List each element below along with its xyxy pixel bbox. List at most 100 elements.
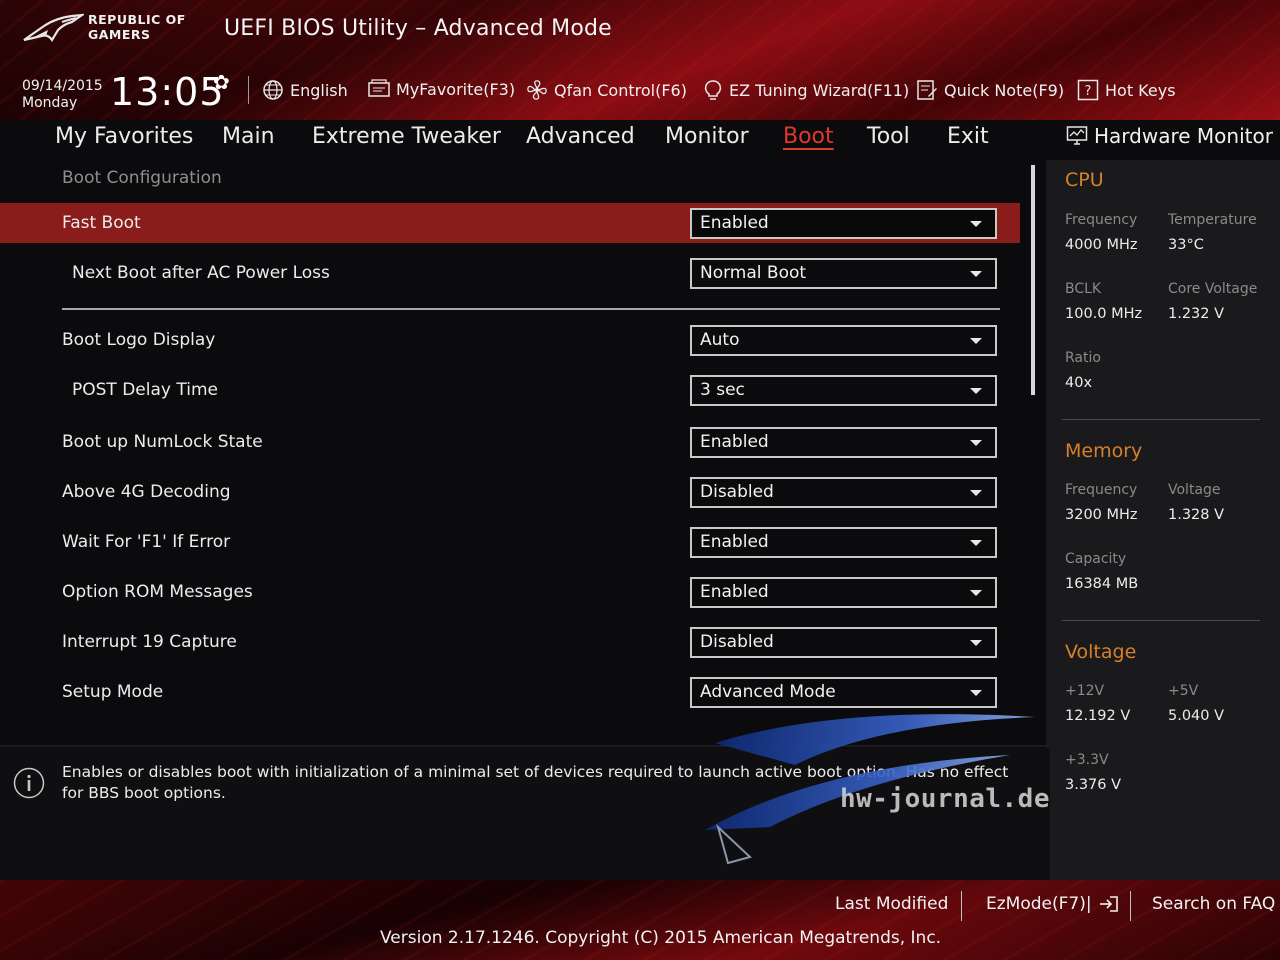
v33-label: +3.3V — [1065, 752, 1109, 768]
globe-icon — [263, 80, 283, 100]
clock-settings-gear-icon[interactable]: ✿ — [213, 70, 230, 94]
wait-f1-error-dropdown[interactable]: Enabled — [690, 527, 997, 558]
setting-row-interrupt-19-capture[interactable]: Interrupt 19 Capture Disabled — [0, 622, 1020, 662]
brand-logo-text: REPUBLIC OF GAMERS — [88, 12, 208, 42]
v5-value: 5.040 V — [1168, 708, 1225, 724]
tab-main[interactable]: Main — [222, 124, 275, 149]
logo-line-2: GAMERS — [88, 27, 151, 42]
quick-note-button[interactable]: Quick Note(F9) — [916, 79, 1064, 101]
tab-extreme-tweaker[interactable]: Extreme Tweaker — [312, 124, 501, 149]
tab-boot[interactable]: Boot — [783, 124, 834, 149]
setting-row-wait-f1-error[interactable]: Wait For 'F1' If Error Enabled — [0, 522, 1020, 562]
ez-tuning-wizard-button[interactable]: EZ Tuning Wizard(F11) — [703, 79, 909, 101]
setting-row-boot-logo-display[interactable]: Boot Logo Display Auto — [0, 320, 1020, 360]
hot-keys-label: Hot Keys — [1105, 80, 1176, 100]
toolbar-divider — [248, 76, 249, 104]
voltage-heading: Voltage — [1065, 641, 1137, 663]
dropdown-value: Enabled — [700, 532, 769, 552]
v12-label: +12V — [1065, 683, 1105, 699]
capacity-label: Capacity — [1065, 551, 1127, 567]
numlock-state-dropdown[interactable]: Enabled — [690, 427, 997, 458]
info-icon — [13, 767, 45, 799]
hardware-monitor-label: Hardware Monitor — [1094, 124, 1273, 148]
footer-banner — [0, 880, 1280, 960]
myfavorite-button[interactable]: MyFavorite(F3) — [368, 79, 515, 99]
setup-mode-dropdown[interactable]: Advanced Mode — [690, 677, 997, 708]
language-label: English — [290, 80, 348, 100]
dropdown-value: Enabled — [700, 582, 769, 602]
help-icon: ? — [1077, 79, 1099, 101]
qfan-control-button[interactable]: Qfan Control(F6) — [526, 79, 687, 101]
memory-voltage-value: 1.328 V — [1168, 507, 1225, 523]
cpu-temperature-label: Temperature — [1168, 212, 1257, 228]
tab-tool[interactable]: Tool — [867, 124, 910, 149]
setting-label: Option ROM Messages — [62, 582, 253, 602]
setting-row-fast-boot[interactable]: Fast Boot Enabled — [0, 203, 1020, 243]
setting-label: Wait For 'F1' If Error — [62, 532, 231, 552]
setting-label: Fast Boot — [62, 213, 141, 233]
setting-label: Boot up NumLock State — [62, 432, 263, 452]
caret-down-icon — [970, 490, 982, 496]
next-boot-ac-loss-dropdown[interactable]: Normal Boot — [690, 258, 997, 289]
dropdown-value: Enabled — [700, 213, 769, 233]
v33-value: 3.376 V — [1065, 777, 1122, 793]
memory-frequency-value: 3200 MHz — [1065, 507, 1138, 523]
ratio-value: 40x — [1065, 375, 1093, 391]
setting-row-option-rom-messages[interactable]: Option ROM Messages Enabled — [0, 572, 1020, 612]
above-4g-decoding-dropdown[interactable]: Disabled — [690, 477, 997, 508]
lightbulb-icon — [704, 80, 722, 100]
setting-row-numlock-state[interactable]: Boot up NumLock State Enabled — [0, 422, 1020, 462]
hw-divider — [1062, 620, 1260, 621]
content-scrollbar[interactable] — [1031, 165, 1035, 395]
core-voltage-value: 1.232 V — [1168, 306, 1225, 322]
tab-monitor[interactable]: Monitor — [665, 124, 749, 149]
fast-boot-dropdown[interactable]: Enabled — [690, 208, 997, 239]
tab-advanced[interactable]: Advanced — [526, 124, 635, 149]
post-delay-time-dropdown[interactable]: 3 sec — [690, 375, 997, 406]
cpu-frequency-value: 4000 MHz — [1065, 237, 1138, 253]
option-rom-messages-dropdown[interactable]: Enabled — [690, 577, 997, 608]
hot-keys-button[interactable]: ? Hot Keys — [1077, 79, 1176, 101]
setting-label: Next Boot after AC Power Loss — [72, 263, 330, 283]
caret-down-icon — [970, 221, 982, 227]
hw-divider — [1062, 419, 1260, 420]
footer-divider — [1130, 891, 1131, 921]
setting-row-next-boot-ac-loss[interactable]: Next Boot after AC Power Loss Normal Boo… — [0, 253, 1020, 293]
language-button[interactable]: English — [262, 79, 348, 101]
day-text: Monday — [22, 95, 78, 111]
dropdown-value: Auto — [700, 330, 740, 350]
dropdown-value: Normal Boot — [700, 263, 807, 283]
qfan-control-label: Qfan Control(F6) — [554, 80, 687, 100]
note-icon — [917, 80, 937, 100]
caret-down-icon — [970, 271, 982, 277]
quick-note-label: Quick Note(F9) — [944, 80, 1065, 100]
caret-down-icon — [970, 540, 982, 546]
cpu-temperature-value: 33°C — [1168, 237, 1204, 253]
tab-my-favorites[interactable]: My Favorites — [55, 124, 193, 149]
watermark-text: hw-journal.de — [840, 784, 1050, 814]
setting-label: Above 4G Decoding — [62, 482, 231, 502]
setting-row-above-4g-decoding[interactable]: Above 4G Decoding Disabled — [0, 472, 1020, 512]
ez-tuning-wizard-label: EZ Tuning Wizard(F11) — [729, 80, 910, 100]
last-modified-button[interactable]: Last Modified — [835, 894, 948, 914]
v5-label: +5V — [1168, 683, 1199, 699]
section-title: Boot Configuration — [62, 168, 222, 188]
section-divider — [62, 308, 1000, 310]
tab-exit[interactable]: Exit — [947, 124, 989, 149]
bclk-label: BCLK — [1065, 281, 1102, 297]
boot-logo-display-dropdown[interactable]: Auto — [690, 325, 997, 356]
dropdown-value: 3 sec — [700, 380, 745, 400]
app-title: UEFI BIOS Utility – Advanced Mode — [224, 16, 612, 41]
setting-row-post-delay-time[interactable]: POST Delay Time 3 sec — [0, 370, 1020, 410]
ratio-label: Ratio — [1065, 350, 1101, 366]
search-faq-button[interactable]: Search on FAQ — [1152, 894, 1275, 914]
interrupt-19-capture-dropdown[interactable]: Disabled — [690, 627, 997, 658]
setting-label: Setup Mode — [62, 682, 164, 702]
date-display: 09/14/2015 Monday — [22, 78, 103, 112]
setting-label: POST Delay Time — [72, 380, 218, 400]
cpu-frequency-label: Frequency — [1065, 212, 1138, 228]
favorites-icon — [368, 79, 390, 97]
dropdown-value: Advanced Mode — [700, 682, 836, 702]
caret-down-icon — [970, 388, 982, 394]
ezmode-button[interactable]: EzMode(F7)| — [986, 894, 1120, 914]
